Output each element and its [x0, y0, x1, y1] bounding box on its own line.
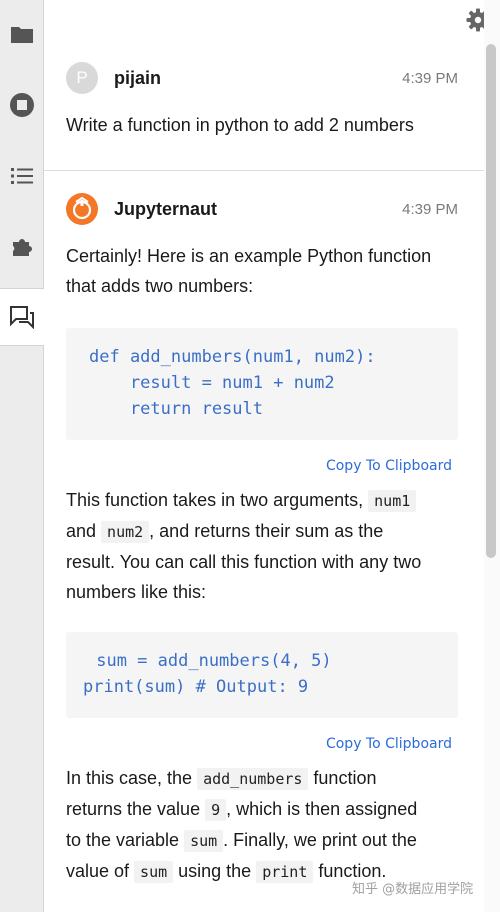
inline-code: add_numbers	[197, 768, 309, 790]
message-paragraph: In this case, the add_numbers function r…	[66, 763, 466, 887]
left-sidebar	[0, 0, 44, 912]
text-line: This function takes in two arguments, nu…	[66, 485, 466, 516]
chat-panel: P pijain 4:39 PM Write a function in pyt…	[44, 0, 484, 912]
copy-to-clipboard-button[interactable]: Copy To Clipboard	[326, 736, 452, 752]
inline-code: num2	[101, 521, 150, 543]
text-line: and num2, and returns their sum as the	[66, 521, 384, 543]
chat-icon	[10, 306, 34, 329]
inline-code: 9	[205, 799, 227, 821]
text-line: that adds two numbers:	[66, 276, 254, 296]
copy-to-clipboard-button[interactable]: Copy To Clipboard	[326, 458, 452, 474]
jupyternaut-avatar-icon	[66, 193, 98, 225]
code-line: def add_numbers(num1, num2):	[89, 347, 376, 367]
message-header: Jupyternaut 4:39 PM	[66, 192, 458, 226]
code-block: sum = add_numbers(4, 5) print(sum) # Out…	[66, 632, 458, 718]
message-header: P pijain 4:39 PM	[66, 61, 458, 95]
extensions-tab[interactable]	[0, 219, 43, 275]
chat-tab[interactable]	[0, 288, 44, 346]
scrollbar-thumb[interactable]	[486, 44, 496, 558]
puzzle-icon	[12, 239, 32, 256]
text-line: numbers like this:	[66, 582, 207, 602]
code-line: return result	[89, 399, 263, 419]
message-paragraph: This function takes in two arguments, nu…	[66, 485, 466, 607]
avatar: P	[66, 62, 98, 94]
message-text: Write a function in python to add 2 numb…	[66, 115, 414, 135]
code-line: print(sum) # Output: 9	[83, 677, 309, 697]
message-time: 4:39 PM	[402, 200, 458, 218]
code-block: def add_numbers(num1, num2): result = nu…	[66, 328, 458, 440]
running-kernels-tab[interactable]	[0, 77, 43, 133]
divider	[44, 170, 484, 171]
inline-code: num1	[368, 490, 417, 512]
inline-code: sum	[134, 861, 174, 883]
message-time: 4:39 PM	[402, 69, 458, 87]
message-paragraph: Certainly! Here is an example Python fun…	[66, 241, 466, 301]
stop-circle-icon	[9, 93, 34, 117]
code-line: result = num1 + num2	[89, 373, 335, 393]
text-line: result. You can call this function with …	[66, 552, 422, 572]
folder-icon	[10, 27, 33, 43]
file-browser-tab[interactable]	[0, 6, 43, 62]
text-line: In this case, the add_numbers function	[66, 768, 377, 790]
text-line: returns the value 9, which is then assig…	[66, 799, 418, 821]
list-icon	[10, 168, 33, 184]
text-line: to the variable sum. Finally, we print o…	[66, 830, 417, 852]
table-of-contents-tab[interactable]	[0, 148, 43, 204]
author-name: Jupyternaut	[114, 198, 218, 219]
inline-code: sum	[184, 830, 224, 852]
inline-code: print	[256, 861, 314, 883]
text-line: Certainly! Here is an example Python fun…	[66, 246, 432, 266]
author-name: pijain	[114, 67, 162, 88]
code-line: sum = add_numbers(4, 5)	[86, 651, 332, 671]
watermark: 知乎 @数据应用学院	[352, 882, 474, 897]
